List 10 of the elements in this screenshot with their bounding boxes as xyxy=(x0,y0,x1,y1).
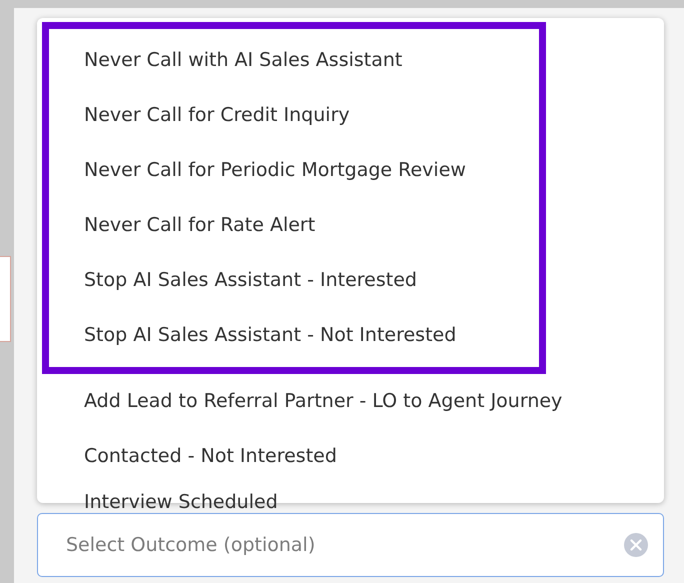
outcome-option[interactable]: Never Call for Periodic Mortgage Review xyxy=(49,143,539,198)
clear-icon[interactable] xyxy=(624,533,648,557)
outcome-option[interactable]: Stop AI Sales Assistant - Interested xyxy=(49,253,539,308)
outcome-option[interactable]: Contacted - Not Interested xyxy=(42,429,664,484)
outcome-select-field[interactable]: Select Outcome (optional) xyxy=(37,513,664,577)
outcome-option[interactable]: Add Lead to Referral Partner - LO to Agent Journey xyxy=(42,374,664,429)
outcome-option[interactable]: Never Call for Credit Inquiry xyxy=(49,88,539,143)
outcome-option[interactable]: Never Call with AI Sales Assistant xyxy=(49,33,539,88)
outcome-option[interactable]: Stop AI Sales Assistant - Not Interested xyxy=(49,308,539,363)
outcome-option[interactable]: Never Call for Rate Alert xyxy=(49,198,539,253)
